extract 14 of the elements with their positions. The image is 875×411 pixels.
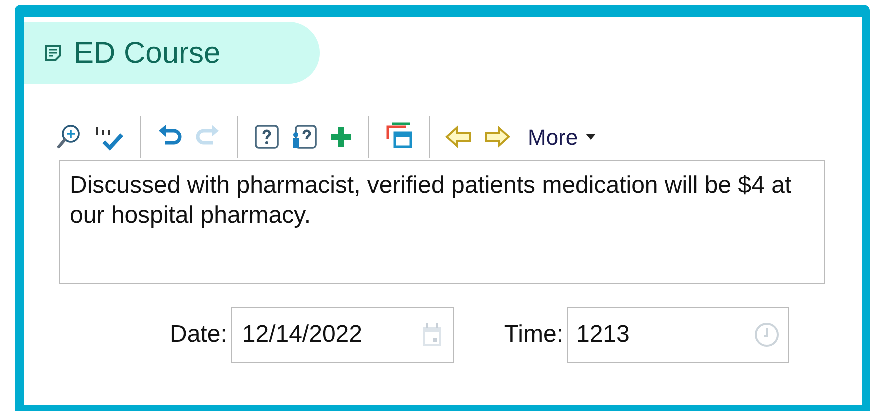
help-person-icon[interactable] <box>290 122 320 152</box>
caret-icon <box>586 134 596 140</box>
time-field[interactable]: 1213 <box>567 307 790 363</box>
section-title: ED Course <box>74 36 221 72</box>
time-label: Time: <box>504 320 564 350</box>
help-icon[interactable] <box>252 122 282 152</box>
note-icon <box>44 44 62 62</box>
date-label: Date: <box>170 320 228 350</box>
right-arrow-icon[interactable] <box>482 125 512 149</box>
date-field[interactable]: 12/14/2022 <box>231 307 454 363</box>
note-field[interactable]: Discussed with pharmacist, verified patients medication will be $4 at our hospital pharmacy. <box>59 160 825 284</box>
more-menu-button[interactable]: More <box>528 120 596 154</box>
plus-icon[interactable] <box>328 124 354 150</box>
left-arrow-icon[interactable] <box>444 125 474 149</box>
